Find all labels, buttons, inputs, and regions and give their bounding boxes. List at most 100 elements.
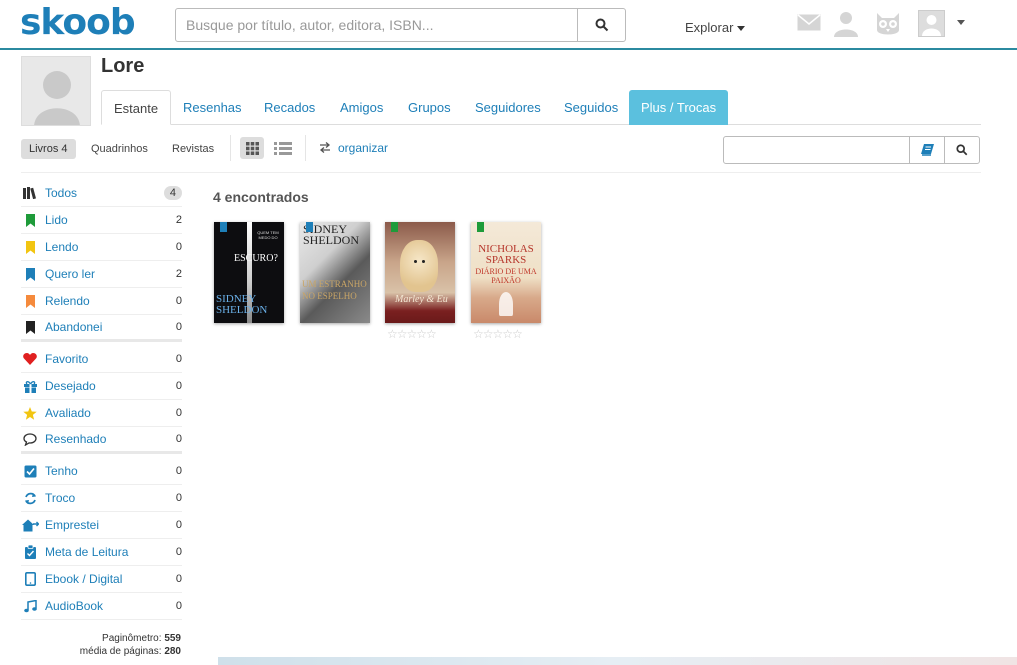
bookmark-icon (21, 267, 39, 281)
sidebar-item-quero-ler[interactable]: Quero ler 2 (21, 261, 182, 288)
explore-label: Explorar (685, 20, 734, 35)
check-square-icon (21, 465, 39, 478)
count: 0 (175, 353, 182, 365)
bookmark-icon (391, 222, 398, 232)
sidebar-item-audiobook[interactable]: AudioBook 0 (21, 593, 182, 620)
count: 2 (175, 268, 182, 280)
tab-recados[interactable]: Recados (252, 90, 327, 125)
sidebar-item-label: Avaliado (45, 406, 91, 420)
book-cover[interactable]: SIDNEY SHELDON UM ESTRANHO NO ESPELHO (300, 222, 370, 323)
count: 0 (175, 546, 182, 558)
skoob-logo[interactable]: skoob (20, 2, 136, 43)
sidebar-item-label: Abandonei (45, 320, 103, 334)
book-title: QUEM TEM MEDO DO (257, 230, 279, 240)
sidebar-item-label: Resenhado (45, 432, 107, 446)
sidebar-item-label: Tenho (45, 464, 78, 478)
search-input[interactable] (176, 9, 577, 41)
tab-seguidores[interactable]: Seguidores (463, 90, 553, 125)
user-avatar-menu[interactable] (918, 10, 945, 37)
sidebar-item-label: Favorito (45, 352, 89, 366)
sidebar-item-label: Lendo (45, 240, 79, 254)
search-button[interactable] (577, 9, 625, 41)
book-cover[interactable]: NICHOLAS SPARKS DIÁRIO DE UMA PAIXÃO (471, 222, 541, 323)
filter-revistas[interactable]: Revistas (164, 139, 222, 159)
count-badge: 4 (163, 186, 182, 200)
tab-grupos[interactable]: Grupos (396, 90, 463, 125)
count: 0 (175, 433, 182, 445)
home-arrow-icon (21, 519, 39, 532)
search-icon (595, 18, 608, 32)
count: 0 (175, 407, 182, 419)
count: 0 (175, 519, 182, 531)
count: 0 (175, 241, 182, 253)
sidebar-item-label: Troco (45, 491, 76, 505)
bookmark-icon (21, 240, 39, 254)
sidebar-item-abandonei[interactable]: Abandonei 0 (21, 315, 182, 342)
sidebar-item-lendo[interactable]: Lendo 0 (21, 234, 182, 261)
friends-icon[interactable] (832, 10, 860, 37)
sidebar-item-label: Relendo (45, 294, 90, 308)
list-view-button[interactable] (271, 137, 295, 159)
tab-plus-trocas[interactable]: Plus / Trocas (629, 90, 729, 125)
tab-resenhas[interactable]: Resenhas (171, 90, 254, 125)
sidebar-item-label: Ebook / Digital (45, 572, 123, 586)
sidebar-item-ebook-digital[interactable]: Ebook / Digital 0 (21, 566, 182, 593)
sidebar-item-desejado[interactable]: Desejado 0 (21, 373, 182, 400)
grid-view-button[interactable] (240, 137, 264, 159)
heart-icon (21, 353, 39, 365)
sidebar-item-label: Meta de Leitura (45, 545, 129, 559)
organize-link[interactable]: organizar (338, 141, 388, 155)
filter-livros[interactable]: Livros 4 (21, 139, 76, 159)
sidebar-item-favorito[interactable]: Favorito 0 (21, 346, 182, 373)
shelf-search-input[interactable] (724, 137, 909, 163)
average-value: 280 (164, 646, 181, 657)
sidebar-item-lido[interactable]: Lido 2 (21, 207, 182, 234)
sidebar-item-troco[interactable]: Troco 0 (21, 485, 182, 512)
rating-stars[interactable]: ☆☆☆☆☆ (387, 327, 437, 341)
bookmark-icon (21, 213, 39, 227)
count: 0 (175, 465, 182, 477)
avatar-icon (922, 15, 941, 36)
results-count: 4 encontrados (213, 189, 309, 205)
count: 0 (175, 321, 182, 333)
gift-icon (21, 380, 39, 393)
avatar-placeholder-icon (34, 71, 80, 125)
explore-menu[interactable]: Explorar (685, 20, 746, 35)
divider (230, 135, 231, 161)
sidebar-item-avaliado[interactable]: Avaliado 0 (21, 400, 182, 427)
music-icon (21, 599, 39, 613)
sidebar-item-todos[interactable]: Todos 4 (21, 180, 182, 207)
book-search-button[interactable] (909, 137, 944, 163)
count: 0 (175, 573, 182, 585)
swap-icon (319, 142, 331, 153)
book-cover[interactable]: QUEM TEM MEDO DO ESCURO? SIDNEY SHELDON (214, 222, 284, 323)
shelf-search (723, 136, 980, 164)
sidebar-item-relendo[interactable]: Relendo 0 (21, 288, 182, 315)
sidebar-item-emprestei[interactable]: Emprestei 0 (21, 512, 182, 539)
global-search (175, 8, 626, 42)
sidebar-item-meta-de-leitura[interactable]: Meta de Leitura 0 (21, 539, 182, 566)
caret-down-icon[interactable] (957, 20, 965, 25)
tab-seguidos[interactable]: Seguidos (552, 90, 630, 125)
filter-quadrinhos[interactable]: Quadrinhos (83, 139, 156, 159)
mail-icon[interactable] (797, 14, 821, 31)
tablet-icon (21, 572, 39, 586)
count: 0 (175, 492, 182, 504)
tab-estante[interactable]: Estante (101, 90, 172, 125)
bookmark-icon (21, 320, 39, 334)
profile-avatar (21, 56, 91, 126)
shelf-sidebar: Todos 4 Lido 2 Lendo 0 Quero ler 2 Relen… (21, 180, 182, 620)
book-cover[interactable]: Marley & Eu (385, 222, 455, 323)
rating-stars[interactable]: ☆☆☆☆☆ (473, 327, 523, 341)
sidebar-item-resenhado[interactable]: Resenhado 0 (21, 427, 182, 454)
count: 2 (175, 214, 182, 226)
average-label: média de páginas: (79, 646, 162, 657)
owl-icon[interactable] (874, 10, 902, 38)
bookmark-icon (306, 222, 313, 232)
tab-amigos[interactable]: Amigos (328, 90, 395, 125)
profile-tabs: Estante Resenhas Recados Amigos Grupos S… (101, 90, 981, 125)
book-title: UM ESTRANHO NO ESPELHO (302, 279, 367, 301)
shelf-search-button[interactable] (944, 137, 979, 163)
bookmark-icon (21, 294, 39, 308)
sidebar-item-tenho[interactable]: Tenho 0 (21, 458, 182, 485)
